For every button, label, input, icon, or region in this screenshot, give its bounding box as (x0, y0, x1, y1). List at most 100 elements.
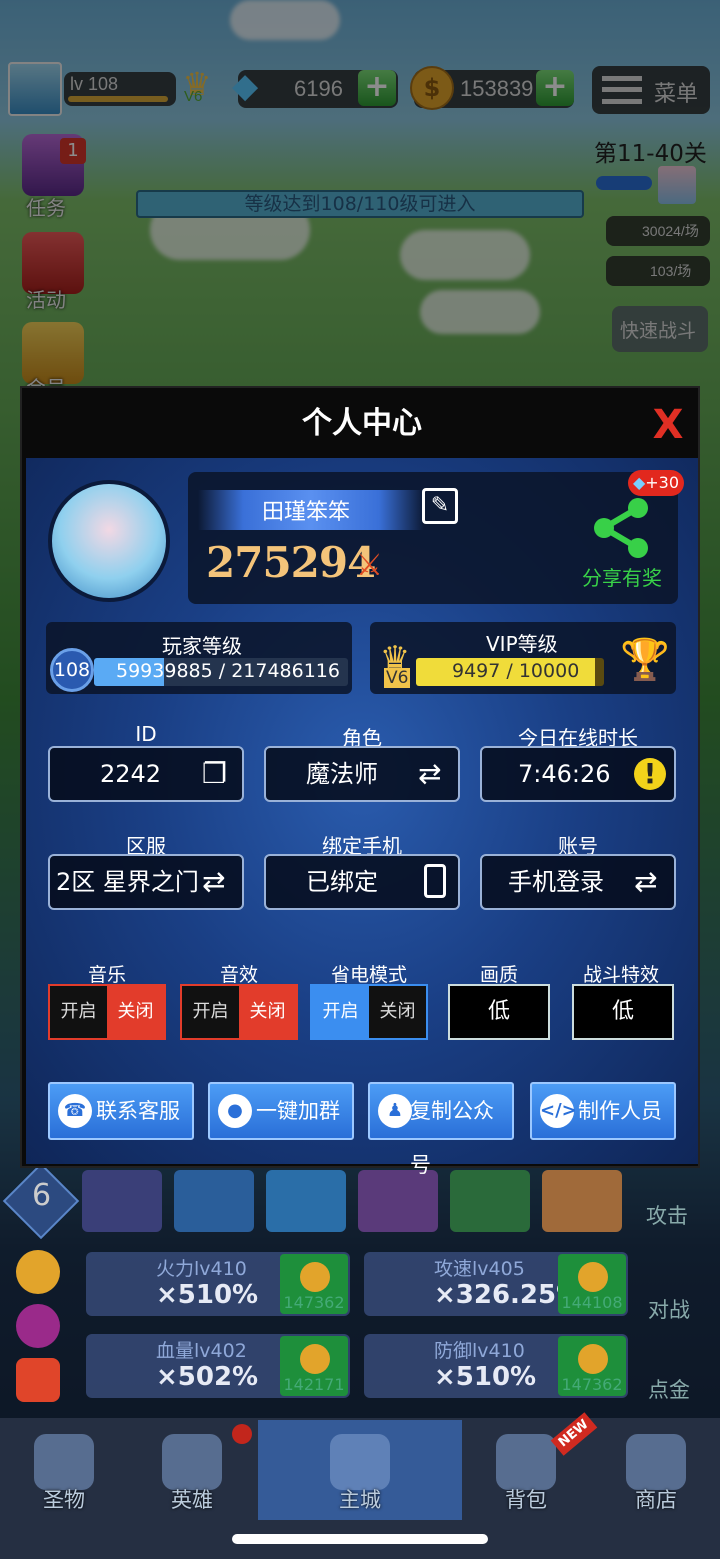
sfx-toggle[interactable]: 开启 关闭 (180, 984, 298, 1040)
stat-name: 防御lv410 (434, 1340, 525, 1362)
profile-modal: 个人中心 X 田瑾笨笨 ✎ 275294 ⚔ ◆+30 分享有奖 玩家等级 59… (20, 386, 700, 1177)
vortex-side-icon[interactable] (16, 1304, 60, 1348)
stat-attack-speed[interactable]: 攻速lv405 ×326.25% 144108 (364, 1252, 628, 1316)
backpack-icon (496, 1434, 556, 1490)
upgrade-cost: 147362 (283, 1293, 345, 1312)
sfx-label: 音效 (219, 964, 258, 986)
switch-role-icon[interactable]: ⇄ (418, 758, 450, 790)
nav-shop-label: 商店 (635, 1488, 677, 1512)
nav-bag-label: 背包 (505, 1488, 547, 1512)
power-save-label: 省电模式 (330, 964, 407, 986)
battle-fx-selector[interactable]: 低 (572, 984, 674, 1040)
music-off[interactable]: 关闭 (107, 986, 164, 1038)
nav-heroes-label: 英雄 (171, 1488, 213, 1512)
share-icon[interactable] (590, 496, 654, 560)
clover-icon (34, 1434, 94, 1490)
id-field: 2242 ❐ (48, 746, 244, 802)
contact-support-button[interactable]: ☎ 联系客服 (48, 1082, 194, 1140)
battle-label[interactable]: 对战 (648, 1294, 690, 1324)
phone-field: 已绑定 (264, 854, 460, 910)
player-avatar[interactable] (48, 480, 170, 602)
player-name: 田瑾笨笨 (262, 500, 351, 525)
join-group-button[interactable]: ● 一键加群 (208, 1082, 354, 1140)
stat-value: ×502% (156, 1362, 259, 1392)
power-save-toggle[interactable]: 开启 关闭 (310, 984, 428, 1040)
star-side-icon[interactable] (16, 1358, 60, 1402)
combat-power: 275294 (206, 538, 376, 587)
castle-icon (330, 1434, 390, 1490)
coin-side-icon[interactable] (16, 1250, 60, 1294)
vip-exp-text: 9497 / 10000 (452, 660, 580, 682)
music-on[interactable]: 开启 (50, 986, 107, 1038)
switch-account-icon[interactable]: ⇄ (634, 866, 666, 898)
gold-label[interactable]: 点金 (648, 1374, 690, 1404)
penguin-icon: ● (218, 1094, 252, 1128)
skill-slot-6[interactable] (542, 1170, 622, 1232)
music-toggle[interactable]: 开启 关闭 (48, 984, 166, 1040)
nav-main-city-label: 主城 (339, 1488, 381, 1512)
skill-slot-1[interactable] (82, 1170, 162, 1232)
share-reward-badge: ◆+30 (628, 470, 684, 496)
quality-label: 画质 (479, 964, 518, 986)
sfx-on[interactable]: 开启 (182, 986, 239, 1038)
share-label[interactable]: 分享有奖 (582, 562, 662, 591)
online-time-field: 7:46:26 ! (480, 746, 676, 802)
credits-button[interactable]: </> 制作人员 (530, 1082, 676, 1140)
phone-icon[interactable] (424, 864, 446, 898)
credits-label: 制作人员 (578, 1099, 662, 1123)
nav-main-city[interactable]: 主城 (258, 1420, 462, 1520)
power-save-off[interactable]: 关闭 (369, 986, 426, 1038)
stat-name: 火力lv410 (156, 1258, 247, 1280)
home-indicator (232, 1534, 488, 1544)
power-save-on[interactable]: 开启 (312, 986, 369, 1038)
coin-icon (300, 1344, 330, 1374)
skill-slot-2[interactable] (174, 1170, 254, 1232)
upgrade-cost: 144108 (561, 1293, 623, 1312)
nav-shop[interactable]: 商店 (592, 1420, 720, 1520)
nav-relics[interactable]: 圣物 (0, 1420, 128, 1520)
skill-slot-5[interactable] (450, 1170, 530, 1232)
crossed-swords-icon: ⚔ (356, 548, 383, 583)
vip-exp-bar: 9497 / 10000 (416, 658, 604, 686)
copy-icon[interactable]: ❐ (202, 758, 234, 790)
role-value: 魔法师 (306, 760, 378, 788)
support-agent-icon: ☎ (58, 1094, 92, 1128)
alert-icon[interactable]: ! (634, 758, 666, 790)
upgrade-cost-button[interactable]: 147362 (280, 1254, 348, 1314)
stat-value: ×510% (156, 1280, 259, 1310)
vip-level-title: VIP等级 (486, 632, 558, 656)
sfx-off[interactable]: 关闭 (239, 986, 296, 1038)
modal-title: 个人中心 (302, 406, 422, 441)
edit-name-icon[interactable]: ✎ (422, 488, 458, 524)
battle-fx-label: 战斗特效 (582, 964, 659, 986)
close-button[interactable]: X (650, 405, 686, 445)
heroes-notification-dot (232, 1424, 252, 1444)
player-level-title: 玩家等级 (162, 634, 242, 658)
skill-slot-3[interactable] (266, 1170, 346, 1232)
helmet-icon (162, 1434, 222, 1490)
upgrade-cost-button[interactable]: 142171 (280, 1336, 348, 1396)
upgrade-cost-button[interactable]: 144108 (558, 1254, 626, 1314)
stat-firepower[interactable]: 火力lv410 ×510% 147362 (86, 1252, 350, 1316)
share-reward: +30 (645, 473, 680, 492)
copy-account-label: 复制公众号 (410, 1099, 494, 1177)
player-level-number: 108 (53, 659, 91, 681)
skill-bar: 6 攻击 (0, 1162, 720, 1240)
upgrade-panel: 火力lv410 ×510% 147362 攻速lv405 ×326.25% 14… (0, 1242, 720, 1414)
stat-name: 血量lv402 (156, 1340, 247, 1362)
player-exp-text: 59939885 / 217486116 (116, 660, 340, 682)
quality-selector[interactable]: 低 (448, 984, 550, 1040)
profile-panel: 田瑾笨笨 ✎ 275294 ⚔ ◆+30 分享有奖 玩家等级 59939885 … (26, 458, 698, 1177)
id-value: 2242 (100, 760, 162, 788)
stat-value: ×510% (434, 1362, 537, 1392)
stat-health[interactable]: 血量lv402 ×502% 142171 (86, 1334, 350, 1398)
trophy-icon[interactable]: 🏆 (620, 636, 670, 684)
upgrade-cost: 147362 (561, 1375, 623, 1394)
coin-icon (578, 1344, 608, 1374)
stat-name: 攻速lv405 (434, 1258, 525, 1280)
copy-account-button[interactable]: ♟ 复制公众号 (368, 1082, 514, 1177)
stat-defense[interactable]: 防御lv410 ×510% 147362 (364, 1334, 628, 1398)
switch-server-icon[interactable]: ⇄ (202, 866, 234, 898)
player-exp-bar: 59939885 / 217486116 (94, 658, 348, 686)
upgrade-cost-button[interactable]: 147362 (558, 1336, 626, 1396)
